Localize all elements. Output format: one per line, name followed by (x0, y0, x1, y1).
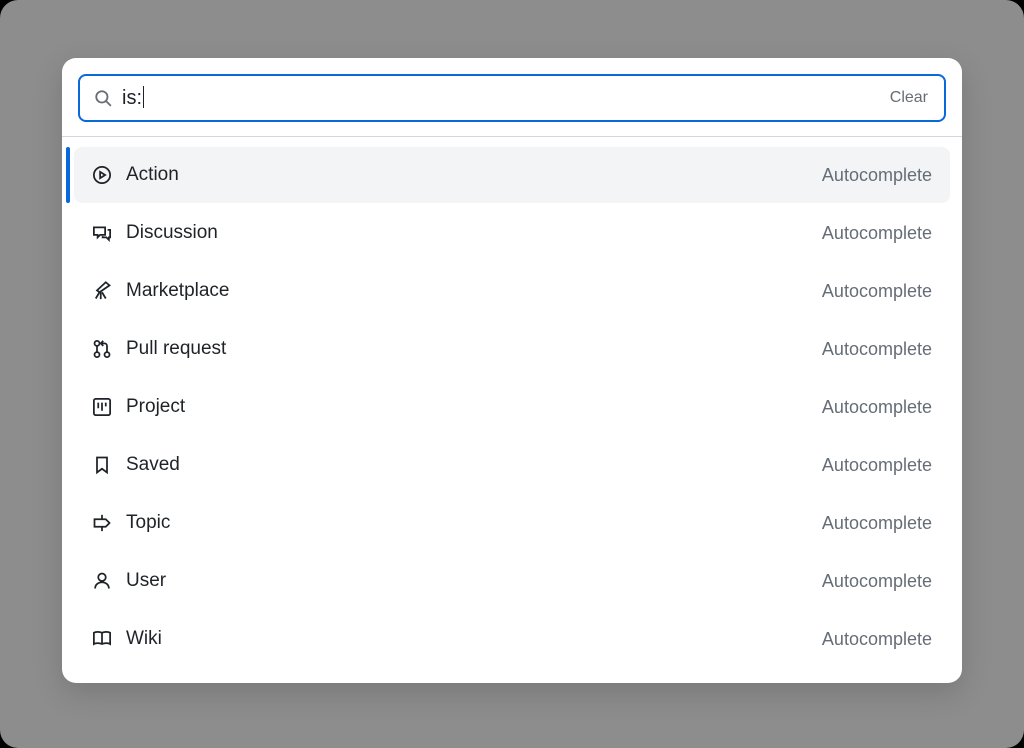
search-autocomplete-dropdown: is: Clear Action Autocomplete (62, 58, 962, 683)
suggestion-hint: Autocomplete (822, 455, 932, 476)
git-pull-request-icon (92, 339, 112, 359)
suggestion-project[interactable]: Project Autocomplete (74, 379, 950, 435)
play-circle-icon (92, 165, 112, 185)
suggestion-label: Topic (126, 512, 808, 534)
book-icon (92, 629, 112, 649)
suggestion-label: Project (126, 396, 808, 418)
suggestion-label: Marketplace (126, 280, 808, 302)
discussion-icon (92, 223, 112, 243)
suggestion-label: Discussion (126, 222, 808, 244)
suggestion-hint: Autocomplete (822, 629, 932, 650)
text-caret (143, 86, 144, 108)
search-input-value: is: (122, 86, 878, 110)
suggestion-list: Action Autocomplete Discussion Autocompl… (74, 147, 950, 667)
suggestion-pull-request[interactable]: Pull request Autocomplete (74, 321, 950, 377)
suggestion-hint: Autocomplete (822, 513, 932, 534)
suggestion-action[interactable]: Action Autocomplete (74, 147, 950, 203)
suggestion-saved[interactable]: Saved Autocomplete (74, 437, 950, 493)
suggestion-user[interactable]: User Autocomplete (74, 553, 950, 609)
selection-indicator (66, 147, 70, 203)
suggestion-label: Wiki (126, 628, 808, 650)
suggestion-wiki[interactable]: Wiki Autocomplete (74, 611, 950, 667)
suggestion-hint: Autocomplete (822, 397, 932, 418)
suggestion-label: Saved (126, 454, 808, 476)
suggestion-hint: Autocomplete (822, 281, 932, 302)
person-icon (92, 571, 112, 591)
suggestion-label: Action (126, 164, 808, 186)
milestone-icon (92, 513, 112, 533)
suggestion-label: User (126, 570, 808, 592)
suggestion-hint: Autocomplete (822, 165, 932, 186)
suggestion-marketplace[interactable]: Marketplace Autocomplete (74, 263, 950, 319)
telescope-icon (92, 281, 112, 301)
search-icon (94, 89, 112, 107)
search-input[interactable]: is: Clear (78, 74, 946, 122)
suggestion-topic[interactable]: Topic Autocomplete (74, 495, 950, 551)
suggestion-hint: Autocomplete (822, 223, 932, 244)
suggestion-hint: Autocomplete (822, 571, 932, 592)
bookmark-icon (92, 455, 112, 475)
suggestion-discussion[interactable]: Discussion Autocomplete (74, 205, 950, 261)
suggestion-hint: Autocomplete (822, 339, 932, 360)
project-icon (92, 397, 112, 417)
suggestion-label: Pull request (126, 338, 808, 360)
clear-button[interactable]: Clear (888, 85, 930, 111)
